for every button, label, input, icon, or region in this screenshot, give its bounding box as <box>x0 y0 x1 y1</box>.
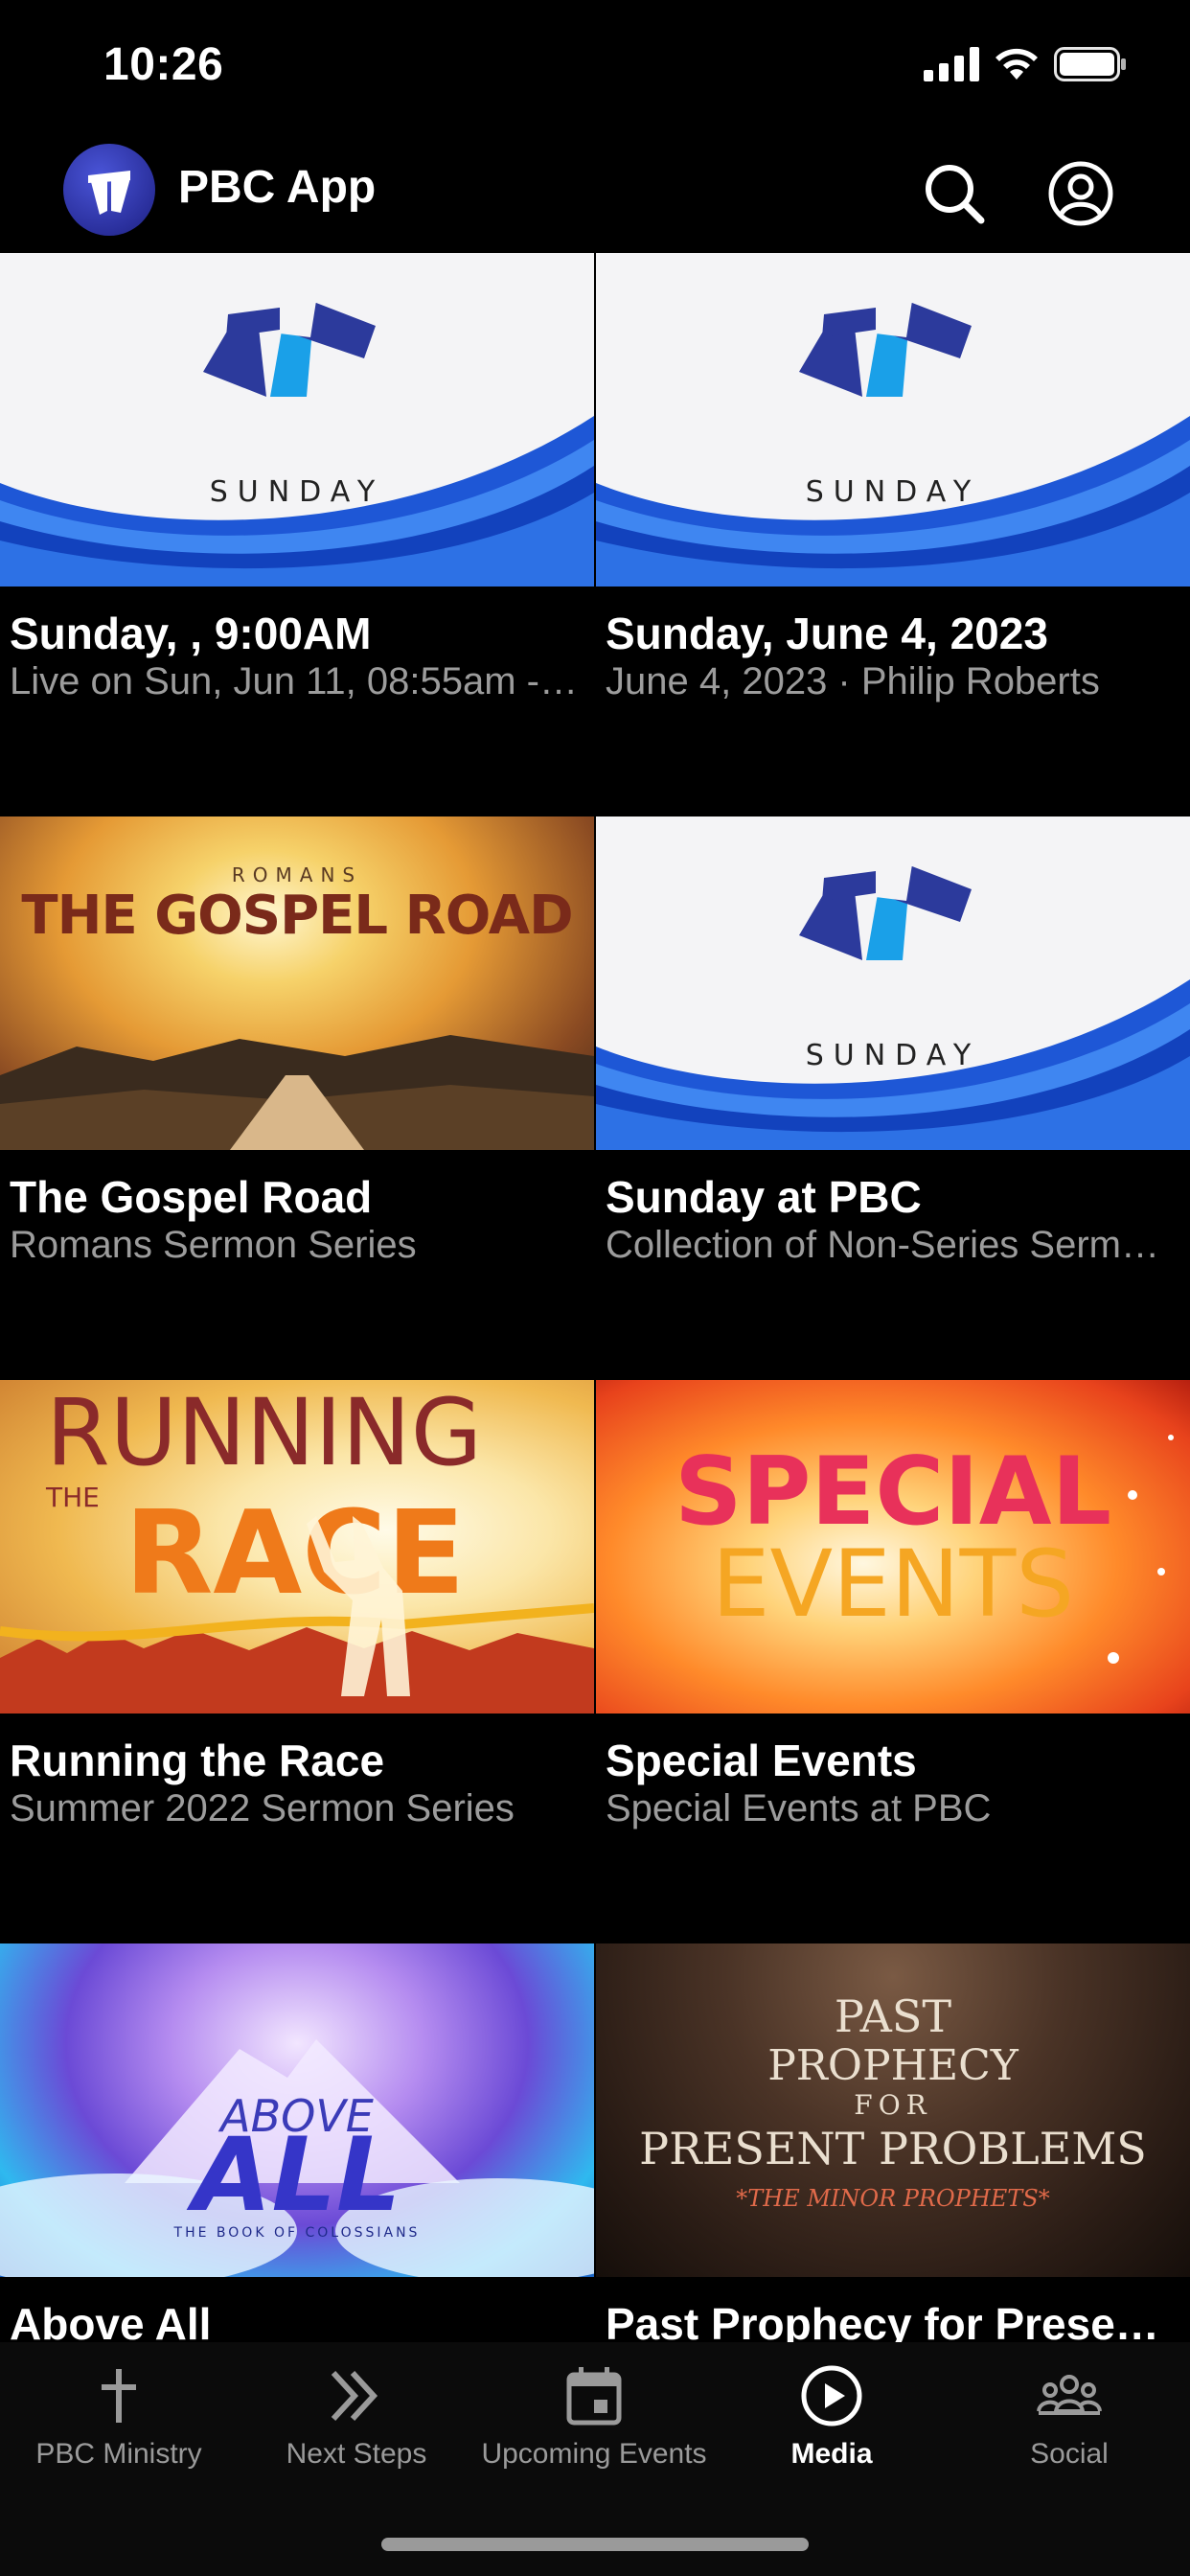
tab-label: Next Steps <box>286 2438 427 2470</box>
app-logo <box>63 144 155 236</box>
thumbnail-caption-line2: PROPHECY <box>767 2041 1019 2090</box>
status-icons <box>924 42 1127 86</box>
media-grid: SUNDAY Sunday, , 9:00AM Live on Sun, Jun… <box>0 253 1190 2342</box>
app-title: PBC App <box>178 162 377 213</box>
thumbnail-kicker: ROMANS <box>232 863 362 886</box>
tab-label: Upcoming Events <box>481 2438 707 2470</box>
media-thumbnail: ROMANS THE GOSPEL ROAD <box>0 816 594 1150</box>
app-header: PBC App <box>0 134 1190 253</box>
tab-next-steps[interactable]: Next Steps <box>238 2342 475 2476</box>
thumbnail-kicker: *THE MINOR PROPHETS* <box>736 2185 1049 2212</box>
home-indicator[interactable] <box>381 2538 809 2551</box>
media-thumbnail: SUNDAY <box>596 816 1190 1150</box>
calendar-icon <box>566 2367 622 2426</box>
media-tile[interactable]: PAST PROPHECY FOR PRESENT PROBLEMS *THE … <box>596 1944 1190 2342</box>
above-all-art: ABOVE ALL THE BOOK OF COLOSSIANS <box>0 2039 594 2277</box>
people-icon <box>1037 2375 1102 2415</box>
thumbnail-caption-line2: EVENTS <box>712 1530 1074 1638</box>
cross-icon <box>102 2369 136 2423</box>
media-thumbnail: SPECIAL EVENTS <box>596 1380 1190 1714</box>
media-subtitle: Summer 2022 Sermon Series <box>10 1787 515 1829</box>
media-tile[interactable]: ABOVE ALL THE BOOK OF COLOSSIANS Above A… <box>0 1944 594 2342</box>
thumbnail-caption-line3: FOR <box>854 2089 931 2121</box>
sunday-thumbnail-art <box>596 301 1190 586</box>
media-tile[interactable]: SUNDAY Sunday, June 4, 2023 June 4, 2023… <box>596 253 1190 790</box>
media-subtitle: Live on Sun, Jun 11, 08:55am - 10:1... <box>10 660 584 702</box>
media-title: The Gospel Road <box>10 1172 373 1222</box>
tab-label: Media <box>790 2438 873 2470</box>
thumbnail-kicker: THE BOOK OF COLOSSIANS <box>173 2225 421 2241</box>
media-thumbnail: SUNDAY <box>0 253 594 586</box>
status-time: 10:26 <box>103 39 224 90</box>
media-subtitle: Collection of Non-Series Sermons <box>606 1224 1180 1266</box>
media-thumbnail: RUNNING THE RACE <box>0 1380 594 1714</box>
media-thumbnail: SUNDAY <box>596 253 1190 586</box>
media-tile[interactable]: RUNNING THE RACE Running the Race Summer… <box>0 1380 594 1917</box>
tab-pbc-ministry[interactable]: PBC Ministry <box>0 2342 238 2476</box>
tab-label: Social <box>1030 2438 1109 2470</box>
special-events-art: SPECIAL EVENTS <box>675 1435 1174 1664</box>
search-button[interactable] <box>920 159 989 228</box>
search-icon <box>926 165 985 224</box>
media-title: Above All <box>10 2299 212 2342</box>
media-subtitle: Romans Sermon Series <box>10 1224 417 1266</box>
media-title: Sunday, , 9:00AM <box>10 609 372 658</box>
media-tile[interactable]: ROMANS THE GOSPEL ROAD The Gospel Road R… <box>0 816 594 1353</box>
media-title: Special Events <box>606 1736 917 1785</box>
cross-logo-icon <box>88 171 130 215</box>
media-tile[interactable]: SPECIAL EVENTS Special Events Special Ev… <box>596 1380 1190 1917</box>
status-bar: 10:26 <box>0 0 1190 134</box>
thumbnail-caption: SUNDAY <box>805 1039 981 1072</box>
media-tile[interactable]: SUNDAY Sunday at PBC Collection of Non-S… <box>596 816 1190 1353</box>
battery-icon <box>1054 47 1126 81</box>
thumbnail-caption: THE GOSPEL ROAD <box>21 885 572 947</box>
user-circle-icon <box>1048 161 1113 226</box>
sunday-thumbnail-art <box>0 301 594 586</box>
double-chevron-icon <box>331 2370 378 2422</box>
thumbnail-caption-line2: THE <box>45 1482 100 1513</box>
past-prophecy-art: PAST PROPHECY FOR PRESENT PROBLEMS *THE … <box>639 1990 1147 2212</box>
thumbnail-caption-line3: RACE <box>125 1487 465 1621</box>
media-subtitle: June 4, 2023 · Philip Roberts <box>606 660 1100 702</box>
thumbnail-caption-line1: RUNNING <box>46 1380 482 1486</box>
tab-label: PBC Ministry <box>35 2438 202 2470</box>
thumbnail-caption: SUNDAY <box>805 475 981 509</box>
account-button[interactable] <box>1046 159 1115 228</box>
thumbnail-caption-line4: PRESENT PROBLEMS <box>639 2123 1147 2174</box>
gospel-road-art: ROMANS THE GOSPEL ROAD <box>0 863 594 1150</box>
thumbnail-caption: SUNDAY <box>209 475 385 509</box>
thumbnail-caption-line1: PAST <box>835 1990 951 2042</box>
tab-social[interactable]: Social <box>950 2342 1188 2476</box>
media-title: Running the Race <box>10 1736 385 1785</box>
sunday-thumbnail-art <box>596 864 1190 1150</box>
play-circle-icon <box>801 2365 862 2426</box>
media-thumbnail: PAST PROPHECY FOR PRESENT PROBLEMS *THE … <box>596 1944 1190 2277</box>
tab-upcoming-events[interactable]: Upcoming Events <box>475 2342 713 2476</box>
media-tile[interactable]: SUNDAY Sunday, , 9:00AM Live on Sun, Jun… <box>0 253 594 790</box>
media-title: Past Prophecy for Present Problems <box>606 2299 1180 2342</box>
tab-media[interactable]: Media <box>713 2342 950 2476</box>
media-thumbnail: ABOVE ALL THE BOOK OF COLOSSIANS <box>0 1944 594 2277</box>
media-title: Sunday at PBC <box>606 1172 922 1222</box>
running-race-art: RUNNING THE RACE <box>0 1380 594 1714</box>
media-title: Sunday, June 4, 2023 <box>606 609 1048 658</box>
media-subtitle: Special Events at PBC <box>606 1787 992 1829</box>
thumbnail-caption-line2: ALL <box>186 2116 400 2234</box>
wifi-icon <box>995 48 1038 80</box>
cellular-signal-icon <box>924 47 979 81</box>
